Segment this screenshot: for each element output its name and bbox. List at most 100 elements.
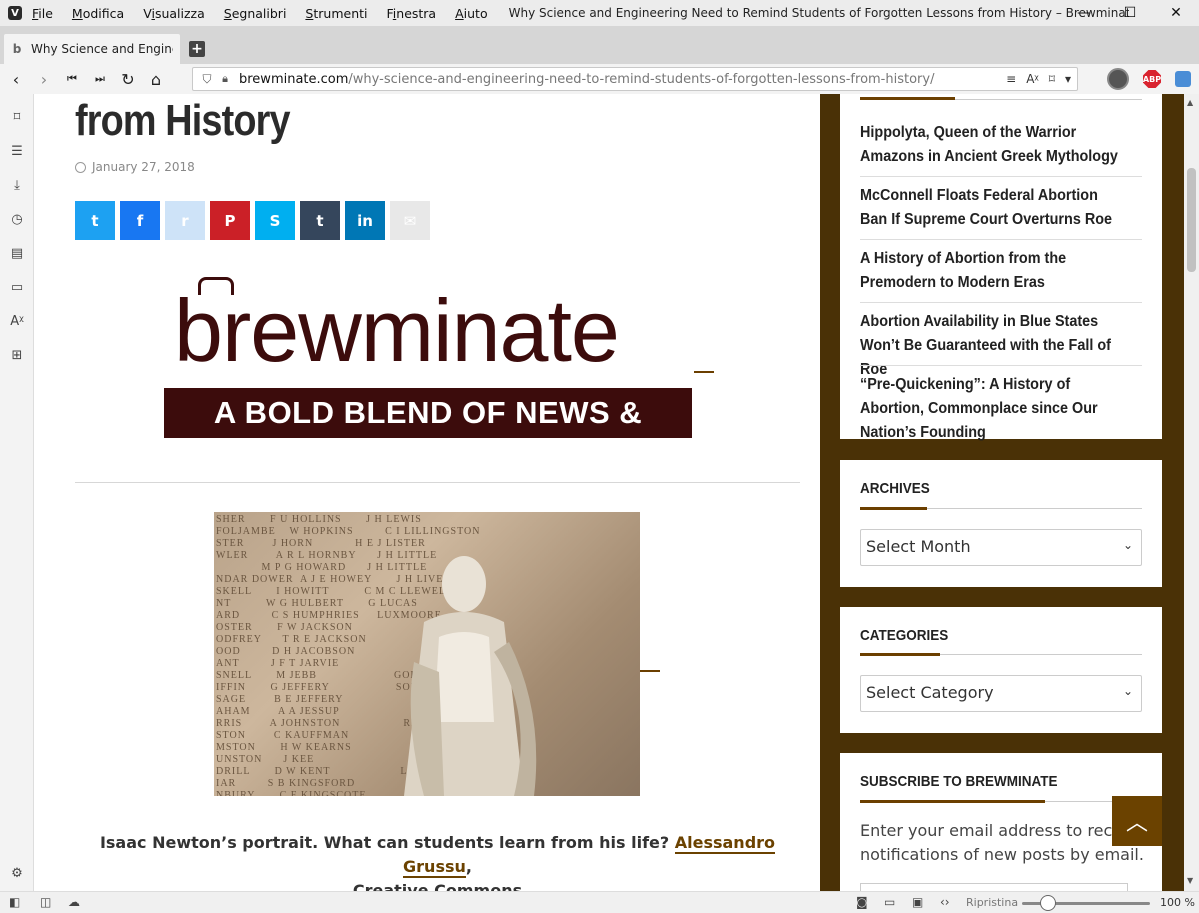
scrollbar-thumb[interactable] <box>1187 168 1196 272</box>
email-field[interactable] <box>860 883 1128 891</box>
image-caption: Isaac Newton’s portrait. What can studen… <box>75 831 800 891</box>
brewminate-logo[interactable]: brewminate A BOLD BLEND OF NEWS & IDEAS <box>162 267 694 480</box>
shield-icon[interactable]: ⛉ <box>197 72 217 87</box>
archives-title: ARCHIVES <box>860 480 930 497</box>
url-path: /why-science-and-engineering-need-to-rem… <box>348 71 935 87</box>
extension-icon[interactable] <box>1175 71 1191 87</box>
twitter-share-icon[interactable]: t <box>75 201 115 240</box>
menu-visualizza[interactable]: Visualizza <box>143 6 205 21</box>
newton-statue-photo[interactable]: SHER F U HOLLINS J H LEWIS FOLJAMBE W HO… <box>214 512 640 796</box>
lock-icon[interactable]: 🔒︎ <box>217 72 233 86</box>
tab-label: Why Science and Engineering <box>31 42 173 56</box>
new-tab-plus-icon[interactable]: + <box>189 41 205 57</box>
reload-icon[interactable]: ↻ <box>114 65 142 93</box>
reading-list-icon[interactable]: ☰ <box>9 144 25 160</box>
subscribe-title: SUBSCRIBE TO BREWMINATE <box>860 773 1058 790</box>
link-underline <box>640 670 660 672</box>
zoom-level: 100 % <box>1160 896 1195 909</box>
close-button[interactable]: ✕ <box>1153 0 1199 26</box>
dropdown-icon[interactable]: ▾ <box>1065 72 1071 86</box>
menu-aiuto[interactable]: Aiuto <box>455 6 488 21</box>
reader-view-icon[interactable]: ≡ <box>1006 72 1016 86</box>
panel-toggle-icon[interactable]: ◧ <box>9 895 20 909</box>
browser-side-panel: ⌑ ☰ ⤓ ◷ ▤ ▭ Aᵡ ⊞ ⚙ <box>0 94 34 891</box>
archives-select-value: Select Month <box>866 537 971 556</box>
maximize-button[interactable]: ☐ <box>1107 0 1153 26</box>
menu-strumenti[interactable]: Strumenti <box>305 6 367 21</box>
facebook-share-icon[interactable]: f <box>120 201 160 240</box>
tumblr-share-icon[interactable]: t <box>300 201 340 240</box>
statue-figure <box>404 556 537 796</box>
capture-camera-icon[interactable]: ◙ <box>856 895 868 909</box>
address-bar[interactable]: ⛉ 🔒︎ brewminate.com/why-science-and-engi… <box>192 67 1078 91</box>
forward-arrow-icon[interactable]: › <box>30 65 58 93</box>
post-date: January 27, 2018 <box>75 160 195 174</box>
home-icon[interactable]: ⌂ <box>142 65 170 93</box>
sync-cloud-icon[interactable]: ☁ <box>68 895 80 909</box>
fast-forward-icon[interactable]: ⏭ <box>86 65 114 93</box>
page-actions-icon[interactable]: ‹› <box>940 895 950 909</box>
adblock-plus-icon[interactable]: ABP <box>1143 70 1161 88</box>
email-share-icon[interactable]: ✉ <box>390 201 430 240</box>
rewind-icon[interactable]: ⏮ <box>58 65 86 93</box>
vivaldi-logo-icon[interactable]: V <box>8 6 22 20</box>
recent-posts-widget: Hippolyta, Queen of the Warrior Amazons … <box>840 94 1162 441</box>
reddit-share-icon[interactable]: r <box>165 201 205 240</box>
caption-license: Creative Commons <box>352 881 523 891</box>
menu-modifica[interactable]: Modifica <box>72 6 124 21</box>
scroll-to-top-button[interactable]: ︿ <box>1112 796 1162 846</box>
notes-icon[interactable]: ▤ <box>9 246 25 262</box>
categories-select-value: Select Category <box>866 683 994 702</box>
minimize-button[interactable]: — <box>1061 0 1107 26</box>
recent-post-link[interactable]: McConnell Floats Federal Abortion Ban If… <box>860 184 1121 232</box>
archives-widget: ARCHIVES Select Month ⌄ <box>840 460 1162 587</box>
categories-title: CATEGORIES <box>860 627 949 644</box>
skype-share-icon[interactable]: S <box>255 201 295 240</box>
recent-post-link[interactable]: Abortion Availability in Blue States Won… <box>860 310 1121 382</box>
logo-tagline: A BOLD BLEND OF NEWS & IDEAS <box>164 388 692 480</box>
tile-tabs-icon[interactable]: ◫ <box>40 895 51 909</box>
page-scrollbar[interactable]: ▲ ▼ <box>1184 94 1199 891</box>
divider <box>75 482 800 483</box>
profile-avatar[interactable] <box>1107 68 1129 90</box>
zoom-reset-button[interactable]: Ripristina <box>966 896 1018 909</box>
menu-segnalibri[interactable]: Segnalibri <box>224 6 287 21</box>
menu-file[interactable]: File <box>32 6 53 21</box>
scroll-down-arrow-icon[interactable]: ▼ <box>1187 876 1193 885</box>
translate-icon[interactable]: Aᵡ <box>1026 72 1039 86</box>
zoom-slider-handle[interactable] <box>1040 895 1056 911</box>
downloads-icon[interactable]: ⤓ <box>9 178 25 194</box>
tab-bar: b Why Science and Engineering + <box>0 26 1199 64</box>
page-tiling-icon[interactable]: ▭ <box>884 895 895 909</box>
logo-wordmark: brewminate <box>174 281 620 380</box>
recent-post-link[interactable]: “Pre-Quickening”: A History of Abortion,… <box>860 373 1121 445</box>
back-arrow-icon[interactable]: ‹ <box>2 65 30 93</box>
settings-gear-icon[interactable]: ⚙ <box>9 866 25 882</box>
categories-widget: CATEGORIES Select Category ⌄ <box>840 607 1162 733</box>
page-viewport: from History January 27, 2018 t f r P St in ✉ … <box>35 94 1184 891</box>
navigation-bar: ‹ › ⏮ ⏭ ↻ ⌂ ⛉ 🔒︎ brewminate.com/why-scie… <box>0 64 1199 94</box>
add-panel-icon[interactable]: ⊞ <box>9 348 25 364</box>
scroll-up-arrow-icon[interactable]: ▲ <box>1187 98 1193 107</box>
tab-active[interactable]: b Why Science and Engineering <box>4 34 180 64</box>
post-date-text: January 27, 2018 <box>92 160 195 174</box>
window-panel-icon[interactable]: ▭ <box>9 280 25 296</box>
article-content: from History January 27, 2018 t f r P St in ✉ … <box>35 94 820 891</box>
link-underline <box>694 371 714 373</box>
bookmarks-icon[interactable]: ⌑ <box>9 110 25 126</box>
pinterest-share-icon[interactable]: P <box>210 201 250 240</box>
linkedin-share-icon[interactable]: in <box>345 201 385 240</box>
chevron-down-icon: ⌄ <box>1122 684 1133 698</box>
menu-finestra[interactable]: Finestra <box>387 6 437 21</box>
recent-post-link[interactable]: Hippolyta, Queen of the Warrior Amazons … <box>860 121 1121 169</box>
archives-select[interactable]: Select Month ⌄ <box>860 529 1142 566</box>
recent-post-link[interactable]: A History of Abortion from the Premodern… <box>860 247 1121 295</box>
categories-select[interactable]: Select Category ⌄ <box>860 675 1142 712</box>
images-toggle-icon[interactable]: ▣ <box>912 895 923 909</box>
bookmark-icon[interactable]: ⌑ <box>1049 72 1055 86</box>
translate-panel-icon[interactable]: Aᵡ <box>9 314 25 330</box>
clock-icon <box>75 161 86 173</box>
history-icon[interactable]: ◷ <box>9 212 25 228</box>
caption-text: Isaac Newton’s portrait. What can studen… <box>99 833 670 852</box>
window-title: Why Science and Engineering Need to Remi… <box>508 6 1129 20</box>
